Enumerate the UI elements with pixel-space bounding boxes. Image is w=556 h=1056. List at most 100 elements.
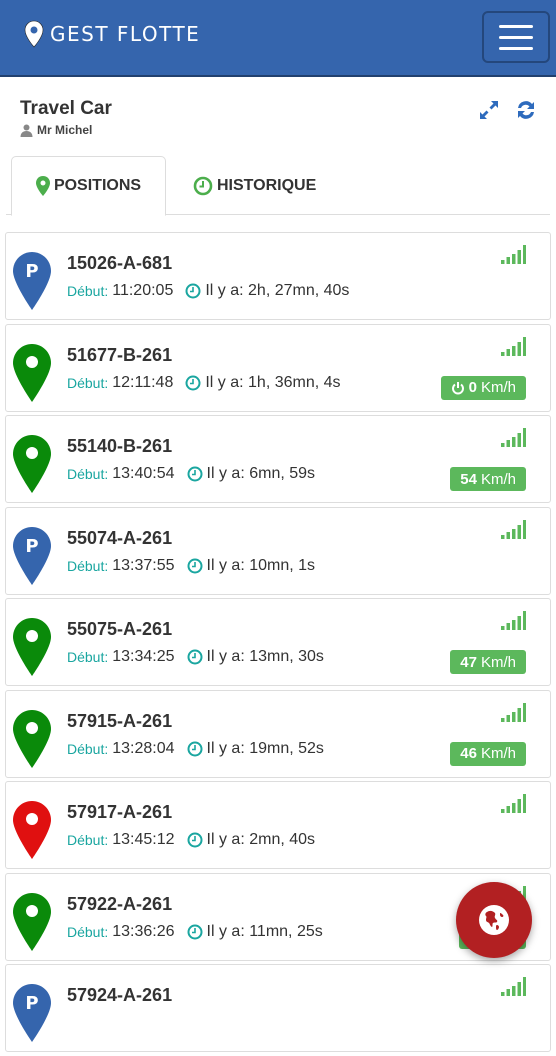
vehicle-plate: 55075-A-261 <box>67 619 173 639</box>
signal-strength-icon <box>501 519 526 539</box>
hamburger-menu-icon <box>499 35 533 39</box>
parking-marker-icon: P <box>13 984 51 1042</box>
vehicle-timing: Début: 13:34:25 Il y a: 13mn, 30s <box>67 648 324 666</box>
alert-marker-icon <box>13 801 51 859</box>
debut-label: Début: <box>67 649 109 665</box>
speed-value: 0 <box>468 379 477 396</box>
tab-label: HISTORIQUE <box>217 176 317 194</box>
vehicle-plate: 51677-B-261 <box>67 344 173 365</box>
debut-label: Début: <box>67 740 109 757</box>
navbar: GEST FLOTTE <box>0 0 556 77</box>
clock-icon <box>187 924 203 939</box>
expand-icon[interactable] <box>478 99 500 121</box>
clock-icon <box>187 832 203 848</box>
moving-marker-icon <box>13 709 51 768</box>
header-tools <box>478 98 538 122</box>
signal-strength-icon <box>501 702 526 722</box>
moving-marker-icon <box>13 618 51 676</box>
vehicle-timing: Début: 13:36:26 Il y a: 11mn, 25s <box>67 923 323 941</box>
vehicle-row[interactable]: 57915-A-261 Début: 13:28:04 Il y a: 19mn… <box>5 689 551 778</box>
svg-text:P: P <box>25 261 38 282</box>
tab-positions[interactable]: POSITIONS <box>11 156 166 216</box>
elapsed-time: Il y a: 11mn, 25s <box>206 922 323 940</box>
clock-icon <box>185 375 201 390</box>
speed-badge: 0 Km/h <box>440 375 526 400</box>
speed-value: 47 <box>460 653 477 671</box>
signal-strength-icon <box>501 977 526 996</box>
signal-strength-icon <box>501 794 526 813</box>
debut-label: Début: <box>67 283 109 299</box>
debut-time: 13:36:26 <box>112 922 175 940</box>
hamburger-menu-icon <box>499 46 533 50</box>
tab-historique[interactable]: HISTORIQUE <box>193 156 316 215</box>
parking-marker-icon: P <box>13 526 51 585</box>
vehicle-row[interactable]: 55140-B-261 Début: 13:40:54 Il y a: 6mn,… <box>5 415 551 503</box>
vehicle-timing: Début: 13:28:04 Il y a: 19mn, 52s <box>67 740 324 758</box>
moving-marker-icon <box>13 343 51 402</box>
vehicle-row[interactable]: 55075-A-261 Début: 13:34:25 Il y a: 13mn… <box>5 598 551 686</box>
menu-toggle-button[interactable] <box>482 11 550 63</box>
speed-unit: Km/h <box>480 653 516 671</box>
elapsed-time: Il y a: 1h, 36mn, 4s <box>205 373 341 391</box>
vehicle-row[interactable]: P 15026-A-681 Début: 11:20:05 Il y a: 2h… <box>5 232 551 320</box>
signal-strength-icon <box>501 336 526 356</box>
elapsed-time: Il y a: 10mn, 1s <box>206 556 316 574</box>
globe-icon <box>479 905 509 935</box>
debut-time: 12:11:48 <box>112 373 174 391</box>
elapsed-time: Il y a: 2h, 27mn, 40s <box>205 282 350 299</box>
svg-text:P: P <box>25 536 38 557</box>
vehicle-plate: 57922-A-261 <box>67 893 173 914</box>
signal-strength-icon <box>501 245 526 264</box>
speed-badge: 54 Km/h <box>450 467 526 491</box>
svg-text:P: P <box>25 993 38 1014</box>
debut-label: Début: <box>67 466 109 482</box>
vehicle-plate: 55074-A-261 <box>67 527 173 548</box>
clock-icon <box>187 558 203 573</box>
hamburger-menu-icon <box>499 24 533 28</box>
vehicle-timing: Début: 11:20:05 Il y a: 2h, 27mn, 40s <box>67 282 349 300</box>
debut-label: Début: <box>67 557 109 574</box>
debut-time: 13:40:54 <box>112 465 175 482</box>
moving-marker-icon <box>13 435 51 493</box>
vehicle-timing: Début: 13:40:54 Il y a: 6mn, 59s <box>67 465 315 483</box>
map-view-button[interactable] <box>456 882 532 958</box>
elapsed-time: Il y a: 13mn, 30s <box>206 648 324 665</box>
fleet-header: Travel Car Mr Michel <box>20 98 112 137</box>
driver: Mr Michel <box>20 123 112 137</box>
vehicle-plate: 57917-A-261 <box>67 802 173 822</box>
vehicle-timing: Début: 13:37:55 Il y a: 10mn, 1s <box>67 557 315 575</box>
brand-title: GEST FLOTTE <box>50 22 201 46</box>
user-icon <box>20 124 33 137</box>
vehicle-timing: Début: 12:11:48 Il y a: 1h, 36mn, 4s <box>67 374 341 392</box>
elapsed-time: Il y a: 6mn, 59s <box>206 465 316 482</box>
debut-time: 13:37:55 <box>112 556 175 574</box>
vehicle-row[interactable]: P 57924-A-261 <box>5 964 551 1052</box>
clock-icon <box>187 741 203 756</box>
vehicle-row[interactable]: 51677-B-261 Début: 12:11:48 Il y a: 1h, … <box>5 323 551 412</box>
vehicle-plate: 57924-A-261 <box>67 985 173 1005</box>
speed-value: 54 <box>460 470 477 488</box>
power-icon <box>451 381 464 394</box>
clock-icon <box>187 466 203 482</box>
elapsed-time: Il y a: 2mn, 40s <box>206 831 316 848</box>
vehicle-plate: 15026-A-681 <box>67 253 173 273</box>
tab-label: POSITIONS <box>53 177 142 194</box>
signal-strength-icon <box>501 428 526 447</box>
vehicle-plate: 57915-A-261 <box>67 710 173 731</box>
refresh-icon[interactable] <box>514 98 538 122</box>
debut-label: Début: <box>67 374 109 391</box>
debut-time: 13:28:04 <box>112 739 175 757</box>
driver-name: Mr Michel <box>37 123 93 137</box>
parking-marker-icon: P <box>13 252 51 310</box>
elapsed-time: Il y a: 19mn, 52s <box>206 739 324 757</box>
moving-marker-icon <box>13 892 51 951</box>
vehicle-plate: 55140-B-261 <box>67 436 173 456</box>
vehicle-row[interactable]: P 55074-A-261 Début: 13:37:55 Il y a: 10… <box>5 506 551 595</box>
brand[interactable]: GEST FLOTTE <box>24 20 200 48</box>
debut-time: 11:20:05 <box>112 282 174 299</box>
vehicle-row[interactable]: 57917-A-261 Début: 13:45:12 Il y a: 2mn,… <box>5 781 551 869</box>
company-name: Travel Car <box>20 98 112 119</box>
speed-unit: Km/h <box>480 745 516 762</box>
speed-value: 46 <box>460 745 477 762</box>
map-marker-icon <box>35 176 50 196</box>
